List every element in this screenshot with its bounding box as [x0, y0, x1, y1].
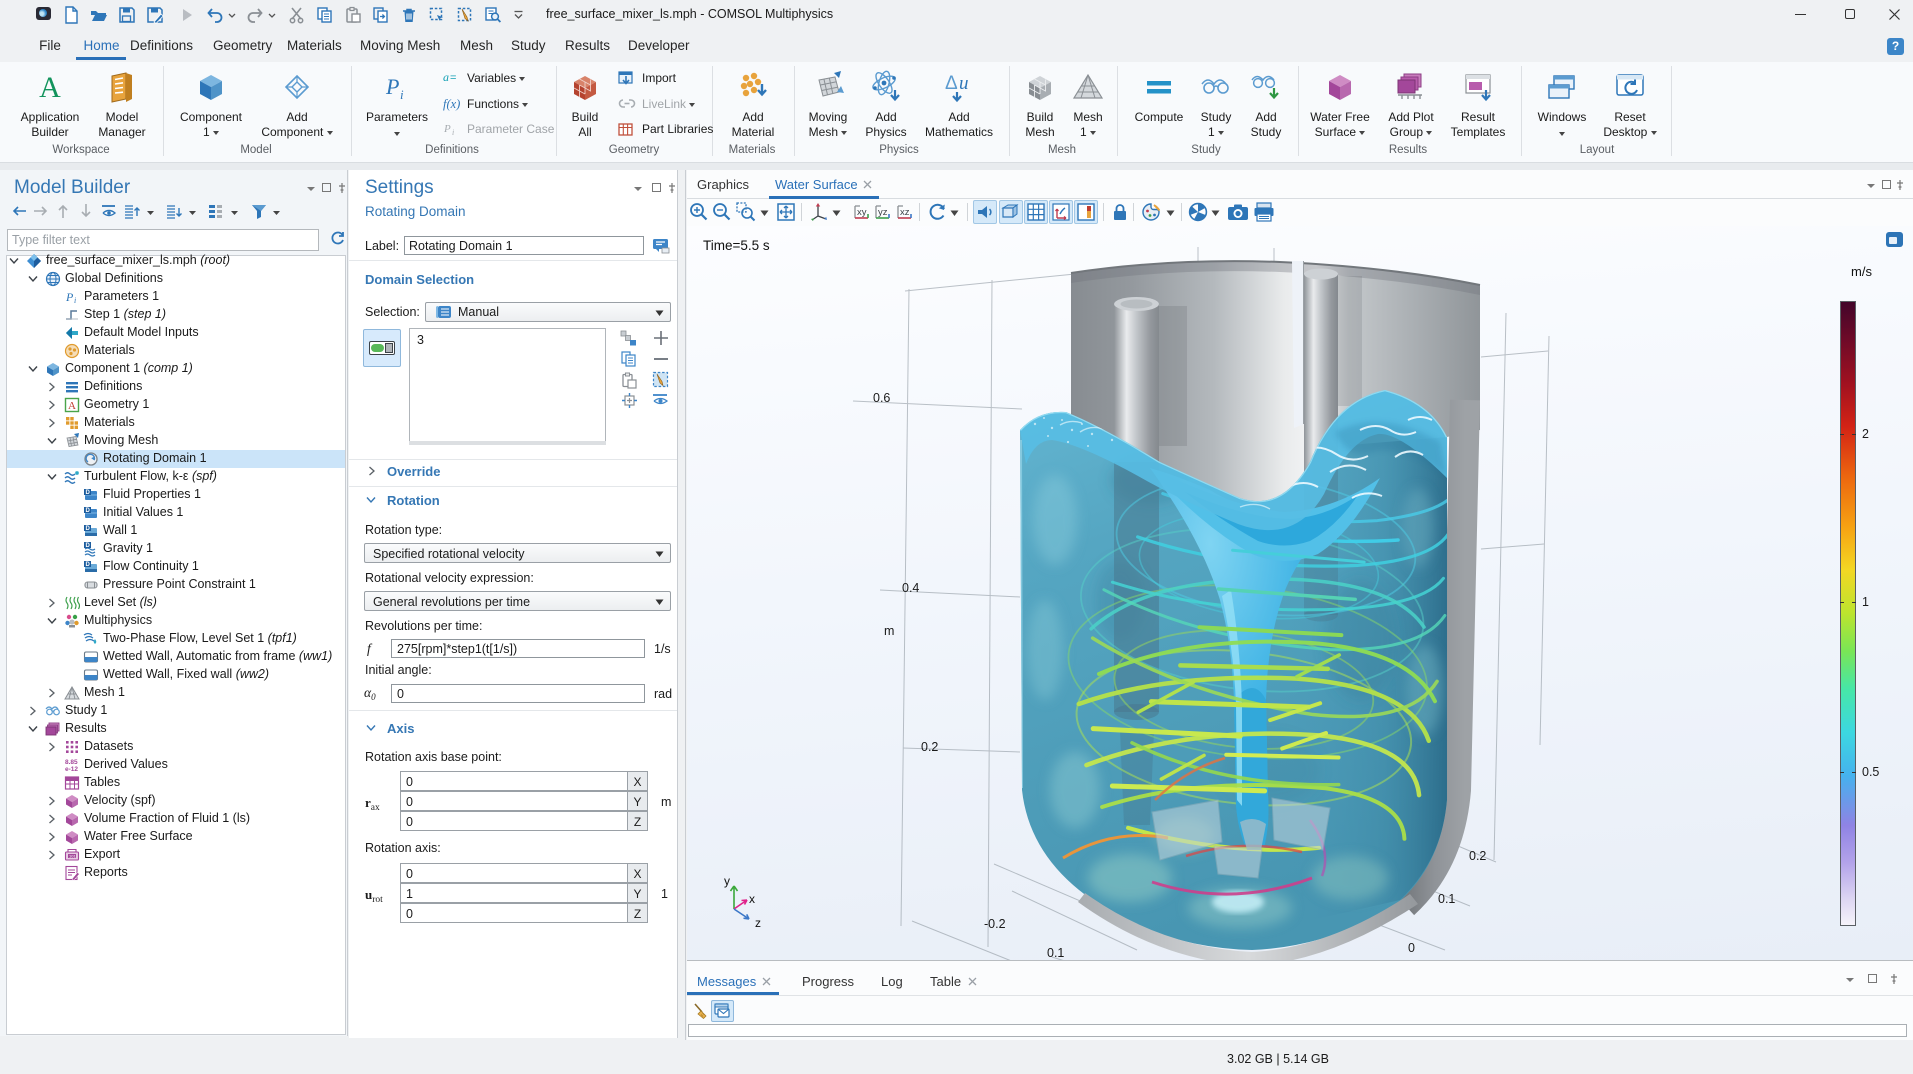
- svg-text:8.85: 8.85: [65, 759, 78, 766]
- svg-text:101: 101: [69, 854, 76, 859]
- svg-text:a: a: [443, 70, 449, 84]
- svg-text:D: D: [86, 543, 91, 549]
- svg-text:y: y: [724, 874, 730, 888]
- svg-text:A: A: [68, 400, 76, 412]
- svg-text:f(x): f(x): [443, 97, 460, 111]
- svg-text:D: D: [86, 490, 91, 496]
- svg-text:P: P: [385, 74, 399, 99]
- svg-text:Δ: Δ: [945, 73, 958, 94]
- svg-text:i: i: [74, 296, 76, 305]
- svg-text:D: D: [86, 508, 91, 514]
- svg-text:u: u: [959, 73, 969, 94]
- svg-text:A: A: [39, 71, 61, 104]
- svg-text:z: z: [755, 916, 761, 930]
- svg-text:D: D: [86, 562, 91, 568]
- svg-text:x: x: [749, 892, 755, 906]
- svg-text:i: i: [400, 87, 404, 102]
- svg-text:yz: yz: [878, 207, 888, 218]
- svg-text:D: D: [86, 526, 91, 532]
- svg-text:P: P: [443, 123, 451, 135]
- svg-text:xy: xy: [857, 207, 867, 218]
- svg-text:i: i: [452, 128, 454, 136]
- svg-text:P: P: [65, 290, 74, 304]
- svg-text:e-12: e-12: [65, 766, 78, 773]
- svg-text:xz: xz: [900, 207, 910, 218]
- svg-text:=: =: [450, 72, 456, 84]
